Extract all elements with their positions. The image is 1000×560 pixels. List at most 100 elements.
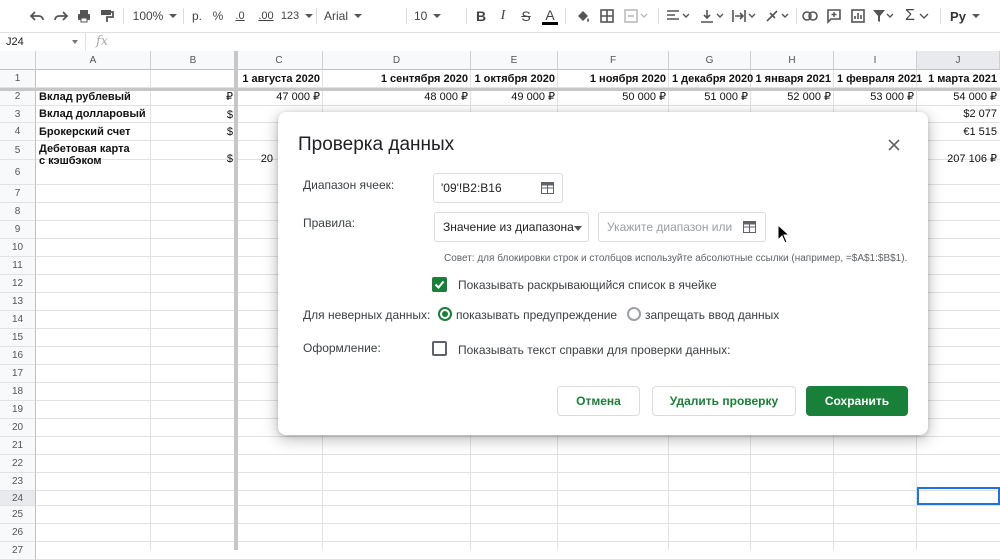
column-header-e[interactable]: E xyxy=(471,51,558,70)
selected-cell[interactable] xyxy=(917,487,1000,505)
column-header-f[interactable]: F xyxy=(558,51,669,70)
column-header-b[interactable]: B xyxy=(151,51,236,70)
column-header-g[interactable]: G xyxy=(669,51,751,70)
row-header-8[interactable]: 8 xyxy=(0,203,36,221)
font-family-select[interactable]: Arial xyxy=(324,4,400,28)
rule-type-select[interactable]: Значение из диапазона xyxy=(434,212,589,242)
row-header-3[interactable]: 3 xyxy=(0,106,36,123)
bold-button[interactable]: B xyxy=(472,4,490,28)
cell-currency[interactable]: $ xyxy=(151,123,236,141)
text-wrap-icon[interactable] xyxy=(730,4,758,28)
undo-icon[interactable] xyxy=(26,4,48,28)
row-header-17[interactable]: 17 xyxy=(0,365,36,383)
rule-range-input[interactable]: Укажите диапазон или xyxy=(598,212,766,242)
row-header-26[interactable]: 26 xyxy=(0,524,36,542)
row-header-15[interactable]: 15 xyxy=(0,329,36,347)
row-header-21[interactable]: 21 xyxy=(0,437,36,455)
paint-format-icon[interactable] xyxy=(96,4,118,28)
row-header-11[interactable]: 11 xyxy=(0,257,36,275)
select-all-corner[interactable] xyxy=(0,51,36,70)
row-header-25[interactable]: 25 xyxy=(0,506,36,524)
row-header-18[interactable]: 18 xyxy=(0,383,36,401)
cancel-button[interactable]: Отмена xyxy=(557,386,640,416)
cell-value[interactable]: $2 077 xyxy=(917,106,1000,123)
name-box-dropdown-icon[interactable] xyxy=(72,40,78,44)
cell-date-header[interactable]: 1 февраля 2021 xyxy=(834,70,922,88)
zoom-select[interactable]: 100% xyxy=(133,4,177,28)
row-header-4[interactable]: 4 xyxy=(0,123,36,141)
filter-icon[interactable] xyxy=(870,4,896,28)
row-header-6[interactable]: 6 xyxy=(0,160,36,185)
cell-date-header[interactable]: 1 августа 2020 xyxy=(236,70,323,88)
row-header-16[interactable]: 16 xyxy=(0,347,36,365)
cell-row-label[interactable]: Вклад долларовый xyxy=(36,106,151,123)
row-header-12[interactable]: 12 xyxy=(0,275,36,293)
cell-currency[interactable]: $ xyxy=(151,153,236,165)
cell-date-header[interactable]: 1 ноября 2020 xyxy=(558,70,669,88)
print-icon[interactable] xyxy=(73,4,95,28)
column-header-a[interactable]: A xyxy=(36,51,151,70)
radio-show-warning[interactable] xyxy=(438,307,452,321)
column-header-d[interactable]: D xyxy=(323,51,471,70)
cell-value[interactable]: €1 515 xyxy=(917,123,1000,141)
row-header-7[interactable]: 7 xyxy=(0,185,36,203)
row-header-27[interactable]: 27 xyxy=(0,542,36,560)
functions-icon[interactable]: Σ xyxy=(900,4,934,28)
help-text-checkbox[interactable] xyxy=(432,341,447,356)
merge-cells-icon[interactable] xyxy=(621,4,651,28)
frozen-column-bar[interactable] xyxy=(234,51,238,550)
redo-icon[interactable] xyxy=(50,4,72,28)
row-header-24[interactable]: 24 xyxy=(0,491,36,506)
text-color-button[interactable]: A xyxy=(540,4,560,28)
column-header-j[interactable]: J xyxy=(917,51,1000,70)
row-header-10[interactable]: 10 xyxy=(0,239,36,257)
save-button[interactable]: Сохранить xyxy=(806,386,908,416)
font-size-select[interactable]: 10 xyxy=(414,4,460,28)
cell-date-header[interactable]: 1 января 2021 xyxy=(751,70,834,88)
insert-comment-icon[interactable] xyxy=(824,4,844,28)
currency-format-button[interactable]: р. xyxy=(189,4,205,28)
row-header-5[interactable]: 5 xyxy=(0,141,36,160)
row-header-23[interactable]: 23 xyxy=(0,473,36,491)
insert-link-icon[interactable] xyxy=(800,4,820,28)
frozen-row-bar[interactable] xyxy=(0,88,1000,91)
cell-date-header[interactable]: 1 декабря 2020 xyxy=(669,70,753,88)
column-header-i[interactable]: I xyxy=(834,51,917,70)
cell-value[interactable]: 207 106 ₽ xyxy=(917,153,1000,165)
more-formats-select[interactable]: 123 xyxy=(280,4,314,28)
row-header-14[interactable]: 14 xyxy=(0,311,36,329)
row-header-9[interactable]: 9 xyxy=(0,221,36,239)
horizontal-align-icon[interactable] xyxy=(664,4,692,28)
cell-date-header[interactable]: 1 сентября 2020 xyxy=(323,70,471,88)
select-range-icon[interactable] xyxy=(541,182,554,194)
column-header-c[interactable]: C xyxy=(236,51,323,70)
italic-button[interactable]: I xyxy=(494,4,512,28)
strikethrough-button[interactable]: S xyxy=(517,4,535,28)
insert-chart-icon[interactable] xyxy=(848,4,868,28)
cell-row-label[interactable]: Брокерский счет xyxy=(36,123,151,141)
cell-value[interactable]: 20 xyxy=(236,153,276,165)
show-dropdown-checkbox[interactable] xyxy=(432,277,447,292)
fill-color-icon[interactable] xyxy=(572,4,594,28)
row-header-1[interactable]: 1 xyxy=(0,70,36,88)
cell-date-header[interactable]: 1 октября 2020 xyxy=(471,70,558,88)
close-icon[interactable] xyxy=(883,134,905,156)
input-tools-select[interactable]: Ру xyxy=(948,4,982,28)
row-header-19[interactable]: 19 xyxy=(0,401,36,419)
text-rotation-icon[interactable] xyxy=(762,4,792,28)
decrease-decimal-button[interactable]: .0 xyxy=(230,4,250,28)
radio-reject-input[interactable] xyxy=(627,307,641,321)
row-header-13[interactable]: 13 xyxy=(0,293,36,311)
cell-row-label[interactable]: Дебетовая карта с кэшбэком xyxy=(36,143,151,167)
row-header-22[interactable]: 22 xyxy=(0,455,36,473)
borders-icon[interactable] xyxy=(596,4,618,28)
increase-decimal-button[interactable]: .00 xyxy=(254,4,278,28)
vertical-align-icon[interactable] xyxy=(698,4,726,28)
remove-validation-button[interactable]: Удалить проверку xyxy=(652,386,796,416)
cell-range-input[interactable]: '09'!B2:B16 xyxy=(433,173,563,203)
percent-format-button[interactable]: % xyxy=(210,4,226,28)
cell-currency[interactable]: $ xyxy=(151,106,236,124)
row-header-20[interactable]: 20 xyxy=(0,419,36,437)
select-range-icon[interactable] xyxy=(743,221,756,233)
column-header-h[interactable]: H xyxy=(751,51,834,70)
